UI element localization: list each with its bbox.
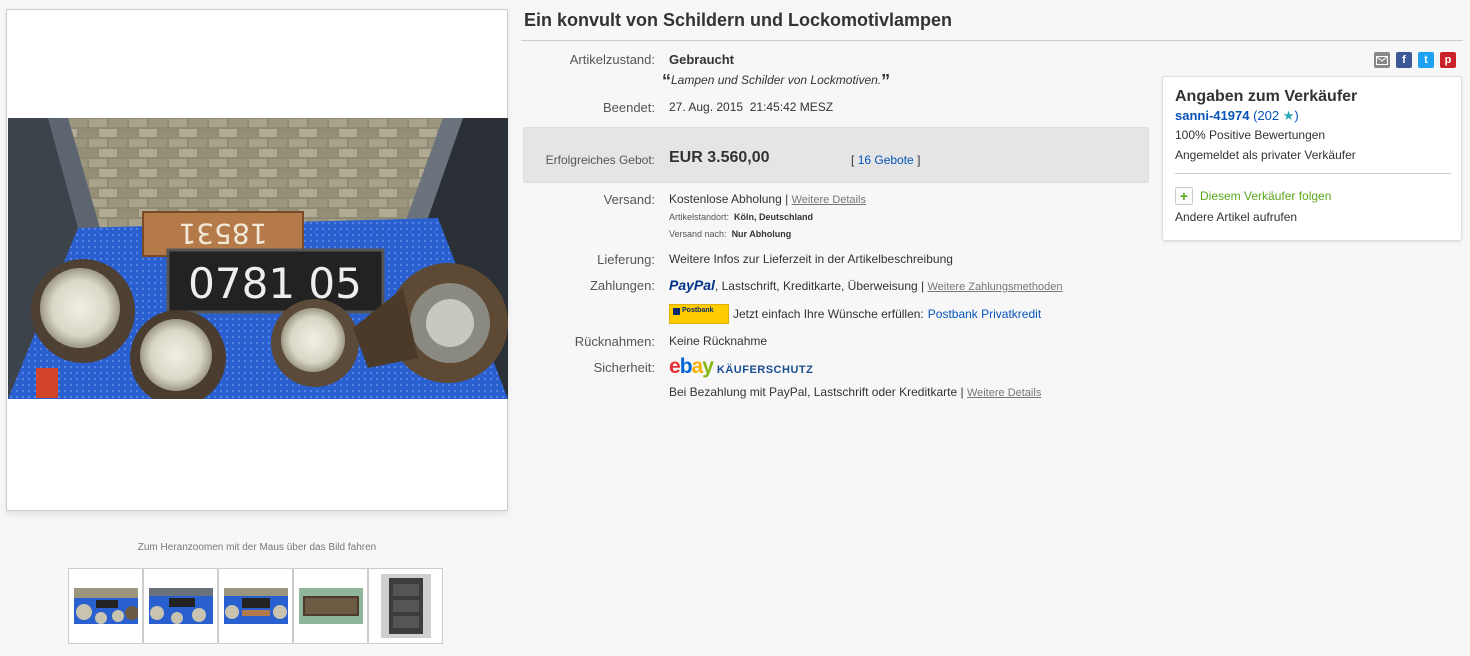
condition-value: Gebraucht (669, 52, 735, 67)
ended-label: Beendet: (602, 100, 655, 115)
ebay-logo: ebay (669, 355, 714, 378)
shipping-value: Kostenlose Abholung | Weitere Details (669, 192, 866, 206)
bid-count: [ 16 Gebote ] (851, 153, 921, 167)
bid-value: EUR 3.560,00 (669, 149, 770, 166)
buyer-protection-logo: ebay KÄUFERSCHUTZ (669, 355, 814, 378)
security-label: Sicherheit: (593, 360, 655, 375)
postbank-offer: Postbank Jetzt einfach Ihre Wünsche erfü… (669, 304, 1041, 324)
thumbnail-4[interactable] (293, 568, 368, 644)
condition-quote: “Lampen und Schilder von Lockmotiven.” (662, 71, 891, 91)
security-text: Bei Bezahlung mit PayPal, Lastschrift od… (669, 385, 1042, 399)
divider (521, 40, 1463, 41)
payment-label: Zahlungen: (589, 278, 655, 293)
thumbnail-3[interactable] (218, 568, 293, 644)
star-icon: ★ (1282, 108, 1295, 123)
thumbnail-2[interactable] (143, 568, 218, 644)
shipping-details-link[interactable]: Weitere Details (792, 194, 866, 206)
security-details-link[interactable]: Weitere Details (967, 387, 1041, 399)
postbank-logo: Postbank (669, 304, 729, 324)
thumbnail-1[interactable] (68, 568, 143, 644)
mail-icon[interactable] (1374, 52, 1390, 68)
svg-text:0781 05: 0781 05 (188, 259, 362, 308)
condition-label: Artikelzustand: (569, 52, 655, 67)
image-viewer[interactable]: 18531 0781 05 (6, 9, 508, 511)
divider (1175, 173, 1451, 174)
bid-label: Erfolgreiches Gebot: (545, 153, 655, 167)
listing-page: 18531 0781 05 Zum Heranzoomen mit der Ma… (0, 0, 1470, 656)
payment-more-link[interactable]: Weitere Zahlungsmethoden (928, 281, 1063, 293)
seller-name-line: sanni-41974 (202 ★) (1175, 108, 1299, 124)
shipping-label: Versand: (603, 192, 655, 207)
postbank-credit-link[interactable]: Postbank Privatkredit (928, 307, 1041, 321)
seller-other-items-link[interactable]: Andere Artikel aufrufen (1175, 210, 1297, 224)
ship-to: Versand nach: Nur Abholung (669, 229, 792, 239)
follow-seller-button[interactable]: + Diesem Verkäufer folgen (1175, 187, 1331, 205)
pinterest-icon[interactable]: p (1440, 52, 1456, 68)
listing-title: Ein konvult von Schildern und Lockomotiv… (524, 10, 953, 30)
plus-icon: + (1175, 187, 1193, 205)
seller-title: Angaben zum Verkäufer (1175, 88, 1358, 105)
item-location: Artikelstandort: Köln, Deutschland (669, 212, 814, 222)
delivery-value: Weitere Infos zur Lieferzeit in der Arti… (669, 252, 953, 266)
paypal-logo: PayPal (669, 277, 715, 293)
seller-type: Angemeldet als privater Verkäufer (1175, 148, 1356, 162)
twitter-icon[interactable]: t (1418, 52, 1434, 68)
returns-label: Rücknahmen: (574, 334, 655, 349)
returns-value: Keine Rücknahme (669, 334, 768, 348)
thumbnail-5[interactable] (368, 568, 443, 644)
ended-value: 27. Aug. 2015 21:45:42 MESZ (669, 100, 834, 114)
seller-positive: 100% Positive Bewertungen (1175, 128, 1326, 142)
facebook-icon[interactable]: f (1396, 52, 1412, 68)
payment-methods: PayPal, Lastschrift, Kreditkarte, Überwe… (669, 277, 1063, 293)
seller-info-box: Angaben zum Verkäufer sanni-41974 (202 ★… (1162, 76, 1462, 241)
seller-name-link[interactable]: sanni-41974 (1175, 108, 1249, 123)
seller-rating-link[interactable]: (202 ★) (1253, 108, 1299, 123)
share-bar: f t p (1374, 52, 1456, 68)
bids-link[interactable]: 16 Gebote (858, 153, 914, 167)
delivery-label: Lieferung: (597, 252, 655, 267)
thumbnail-strip (68, 568, 443, 644)
zoom-hint: Zum Heranzoomen mit der Maus über das Bi… (137, 542, 377, 553)
main-product-image[interactable]: 18531 0781 05 (8, 118, 508, 399)
svg-text:18531: 18531 (178, 217, 267, 250)
